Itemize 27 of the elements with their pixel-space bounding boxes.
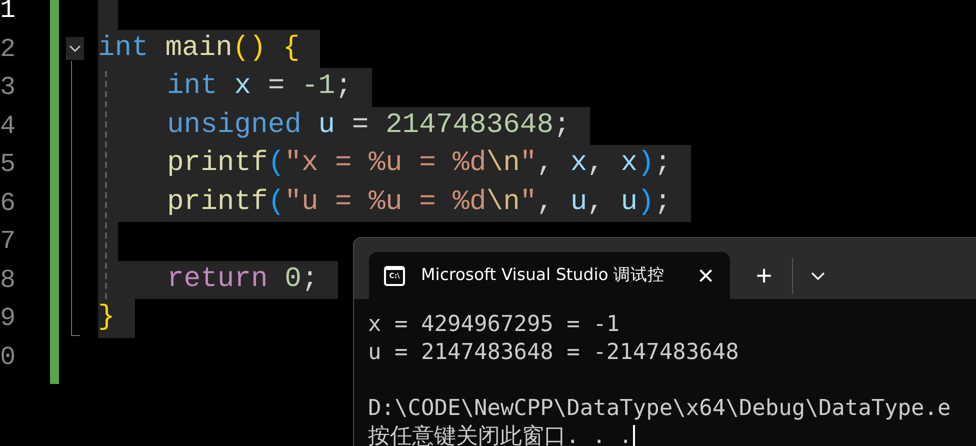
line-number: 5 — [0, 151, 16, 178]
line-number: 7 — [0, 228, 16, 254]
new-tab-button[interactable]: + — [749, 262, 779, 290]
code-line: } — [98, 304, 115, 332]
line-number: 4 — [0, 112, 16, 139]
code-line: int main() { — [98, 34, 300, 63]
code-line: return 0; — [167, 266, 318, 294]
chevron-down-icon — [811, 272, 825, 280]
line-number: 9 — [0, 305, 16, 332]
line-number: 8 — [0, 266, 16, 293]
line-number: 0 — [0, 344, 16, 370]
output-line: 按任意键关闭此窗口. . . — [368, 426, 632, 446]
line-number: 1 — [0, 0, 16, 24]
output-line: u = 2147483648 = -2147483648 — [368, 342, 739, 364]
fold-chevron-icon[interactable] — [66, 37, 84, 60]
code-line: printf("u = %u = %d\n", u, u); — [167, 188, 672, 217]
output-line: D:\CODE\NewCPP\DataType\x64\Debug\DataType.e — [368, 398, 951, 420]
code-line: int x = -1; — [167, 73, 352, 102]
close-tab-button[interactable]: × — [698, 262, 714, 290]
output-line: x = 4294967295 = -1 — [368, 314, 620, 336]
tab-title: Microsoft Visual Studio 调试控 — [421, 264, 666, 286]
line-number: 2 — [0, 36, 16, 62]
text-cursor — [633, 425, 636, 446]
code-line: unsigned u = 2147483648; — [167, 112, 570, 140]
line-number: 6 — [0, 190, 16, 216]
line-number: 3 — [0, 74, 16, 100]
code-line: printf("x = %u = %d\n", x, x); — [167, 150, 672, 178]
